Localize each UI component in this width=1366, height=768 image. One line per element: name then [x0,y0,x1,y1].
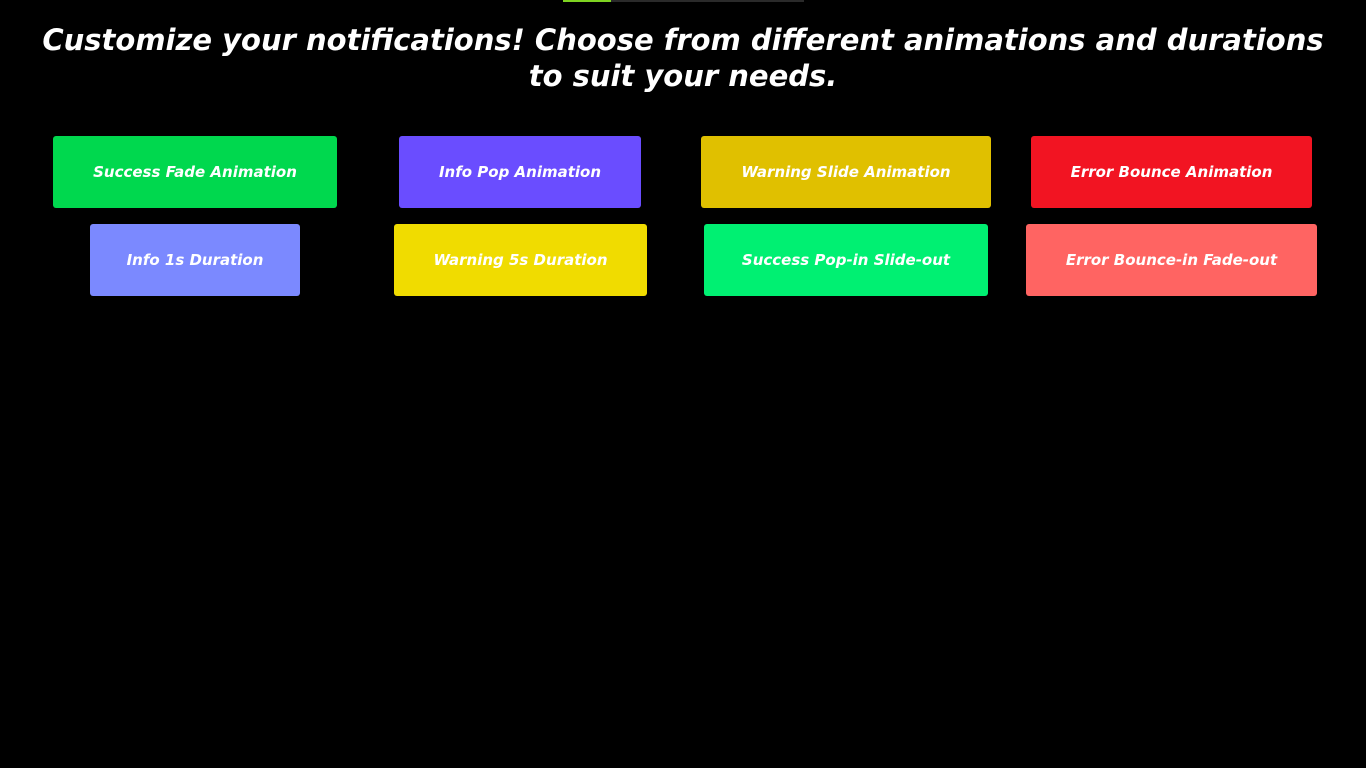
warning-5s-duration-button[interactable]: Warning 5s Duration [394,224,647,296]
top-progress-fill [563,0,612,2]
info-pop-animation-button[interactable]: Info Pop Animation [399,136,641,208]
error-bounce-animation-button[interactable]: Error Bounce Animation [1031,136,1312,208]
info-1s-duration-button[interactable]: Info 1s Duration [90,224,300,296]
top-progress-bar [563,0,804,2]
warning-slide-animation-button[interactable]: Warning Slide Animation [701,136,991,208]
success-popin-slideout-button[interactable]: Success Pop-in Slide-out [704,224,988,296]
error-bouncein-fadeout-button[interactable]: Error Bounce-in Fade-out [1026,224,1317,296]
success-fade-animation-button[interactable]: Success Fade Animation [53,136,337,208]
page-headline: Customize your notifications! Choose fro… [42,23,1324,93]
